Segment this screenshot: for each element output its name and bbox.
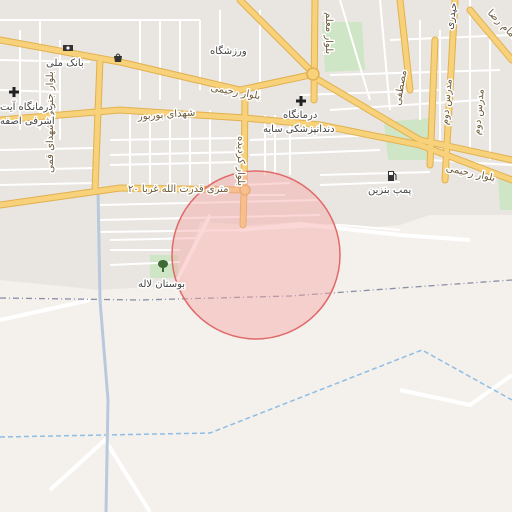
poi-label-bank-melli: بانک ملی: [46, 58, 84, 69]
roundabout: [306, 67, 320, 81]
poi-label-dentistry: درمانگاه: [283, 109, 317, 121]
poi-label-varzeshgah: ورزشگاه: [210, 45, 247, 57]
road-label-moallem: بلوار معلم: [323, 12, 334, 54]
poi-label-park-laleh: بوستان لاله: [138, 279, 185, 290]
search-area-circle[interactable]: [171, 170, 341, 340]
road-label-qodratollah: ۲۰ متری قدرت الله غربا: [128, 184, 229, 195]
map-canvas[interactable]: بلوار رحیمی بلوار رحیمی شهدای بوربور ۲۰ …: [0, 0, 512, 512]
map-layer: بلوار رحیمی بلوار رحیمی شهدای بوربور ۲۰ …: [0, 0, 512, 512]
bank-icon[interactable]: [63, 45, 73, 51]
poi-label-dentistry-line2: دندانپزشکی سایه: [263, 124, 335, 135]
poi-label-clinic-left: درمانگاه آیت: [0, 100, 53, 113]
road-label-kardideh: بلوار کردیده: [235, 136, 246, 186]
waterway: [0, 349, 512, 438]
poi-label-clinic-left-line2: اشرفی اصفه: [0, 116, 55, 127]
poi-label-gas-station: پمپ بنزین: [368, 185, 411, 196]
